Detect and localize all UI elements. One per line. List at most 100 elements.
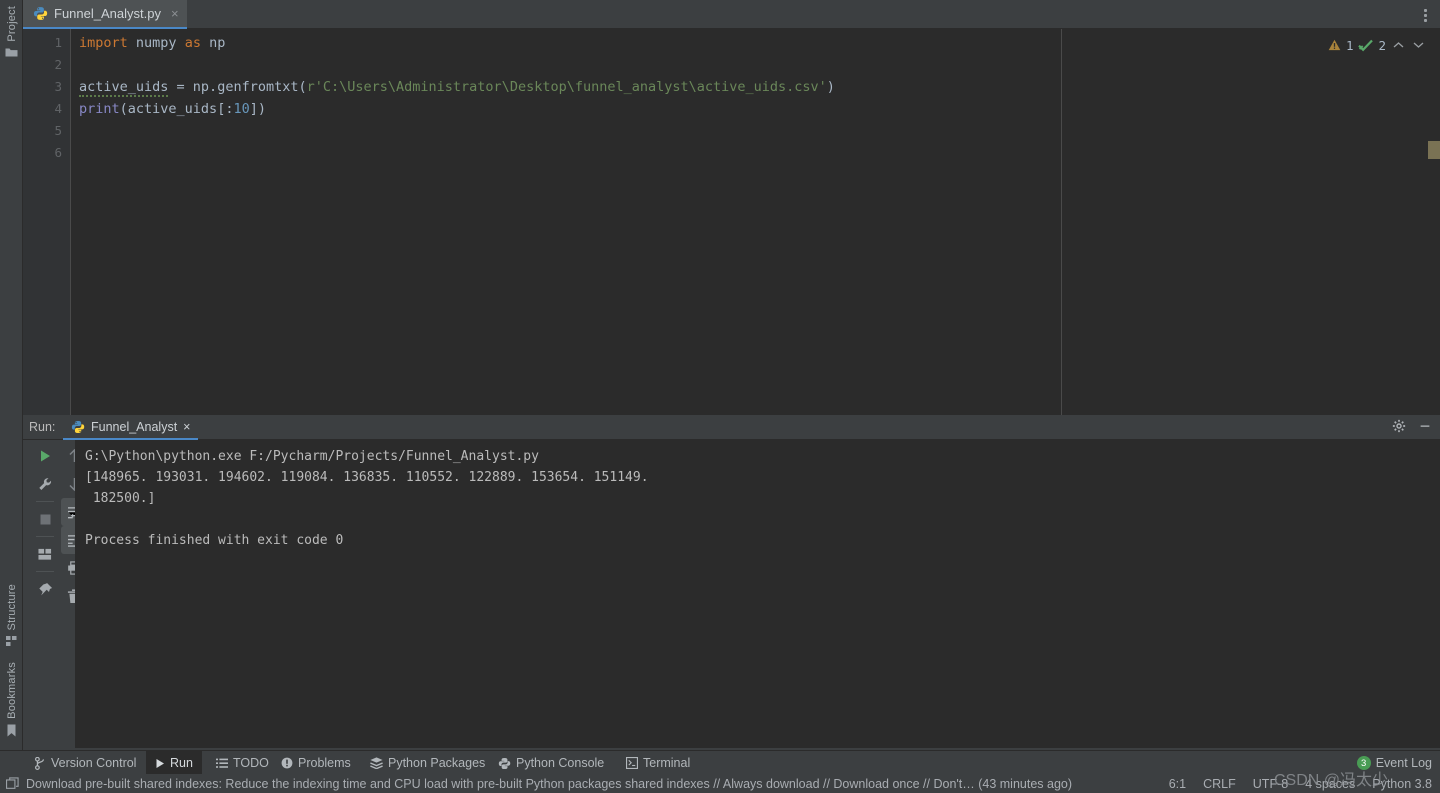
editor-tab-funnel-analyst[interactable]: Funnel_Analyst.py × bbox=[23, 0, 187, 29]
code-module-numpy: numpy bbox=[127, 35, 185, 51]
run-window-header: Run: Funnel_Analyst × bbox=[23, 415, 1440, 440]
bottom-item-label: Python Packages bbox=[388, 756, 486, 770]
code-call-print: print bbox=[79, 101, 120, 117]
stop-button[interactable] bbox=[32, 505, 58, 533]
status-notification-text[interactable]: Download pre-built shared indexes: Reduc… bbox=[26, 777, 1072, 791]
code-paren-open: ( bbox=[119, 101, 128, 117]
bottom-item-version-control[interactable]: Version Control bbox=[26, 751, 145, 775]
sidebar-item-project[interactable]: Project bbox=[0, 4, 23, 61]
event-log-badge: 3 bbox=[1356, 756, 1371, 770]
list-icon bbox=[216, 758, 228, 769]
bottom-item-label: Problems bbox=[298, 756, 351, 770]
sidebar-item-label: Bookmarks bbox=[5, 662, 18, 719]
run-window-label: Run: bbox=[29, 420, 56, 434]
console-line: G:\Python\python.exe F:/Pycharm/Projects… bbox=[85, 449, 539, 464]
rerun-button[interactable] bbox=[32, 442, 58, 470]
python-console-icon bbox=[498, 757, 511, 770]
sidebar-item-label: Structure bbox=[5, 584, 18, 631]
code-paren-close: ) bbox=[826, 79, 835, 95]
code-paren-close: ) bbox=[257, 101, 267, 117]
line-number: 6 bbox=[54, 145, 62, 160]
code-line-1: import numpy as np bbox=[79, 32, 225, 54]
editor-tab-bar: Funnel_Analyst.py × bbox=[23, 0, 1440, 29]
sidebar-item-label: Project bbox=[5, 6, 18, 42]
bottom-item-python-console[interactable]: Python Console bbox=[489, 751, 613, 775]
code-text-area[interactable]: import numpy as np active_uids = np.genf… bbox=[71, 29, 1440, 415]
file-encoding[interactable]: UTF-8 bbox=[1253, 777, 1288, 791]
code-var-active-uids: active_uids bbox=[79, 79, 169, 97]
caret-position[interactable]: 6:1 bbox=[1169, 777, 1186, 791]
left-tool-strip: Project Structure Bookmarks bbox=[0, 0, 23, 773]
close-icon[interactable]: × bbox=[183, 420, 190, 434]
console-line: [148965. 193031. 194602. 119084. 136835.… bbox=[85, 470, 649, 485]
pycharm-window: Project Structure Bookmarks Funnel_Analy… bbox=[0, 0, 1440, 793]
run-toolbar bbox=[23, 440, 87, 748]
settings-gear-icon[interactable] bbox=[1392, 419, 1406, 433]
bottom-item-python-packages[interactable]: Python Packages bbox=[361, 751, 494, 775]
bottom-item-todo[interactable]: TODO bbox=[207, 751, 278, 775]
bottom-item-run[interactable]: Run bbox=[146, 751, 202, 775]
event-log-button[interactable]: 3 Event Log bbox=[1356, 751, 1432, 775]
bottom-item-label: Version Control bbox=[51, 756, 137, 770]
code-call-genfromtxt: genfromtxt bbox=[217, 79, 299, 95]
scrollbar-marker[interactable] bbox=[1428, 141, 1440, 159]
close-icon[interactable]: × bbox=[171, 7, 179, 20]
chevron-up-icon[interactable] bbox=[1391, 41, 1406, 49]
code-line-4: print(active_uids[:10]) bbox=[79, 98, 266, 120]
code-string-path: 'C:\Users\Administrator\Desktop\funnel_a… bbox=[314, 79, 827, 95]
run-console-output[interactable]: G:\Python\python.exe F:/Pycharm/Projects… bbox=[75, 440, 1440, 748]
code-editor[interactable]: 1 2 3 4 5 6 import numpy as np active_ui… bbox=[23, 29, 1440, 415]
window-icon bbox=[6, 777, 19, 790]
warning-triangle-icon[interactable] bbox=[1328, 39, 1341, 51]
code-alias-np: np bbox=[200, 35, 226, 51]
editor-tab-label: Funnel_Analyst.py bbox=[54, 6, 161, 21]
line-number: 3 bbox=[54, 79, 62, 94]
code-keyword-as: as bbox=[184, 35, 201, 51]
code-operator-assign: = bbox=[168, 79, 193, 95]
structure-icon bbox=[5, 635, 18, 647]
warning-count: 1 bbox=[1345, 37, 1354, 53]
bottom-item-problems[interactable]: Problems bbox=[272, 751, 360, 775]
more-vertical-icon[interactable] bbox=[1416, 6, 1434, 24]
editor-marker-scrollbar[interactable] bbox=[1428, 29, 1440, 415]
bottom-item-label: Run bbox=[170, 756, 193, 770]
editor-gutter[interactable]: 1 2 3 4 5 6 bbox=[23, 29, 71, 415]
editor-split-line bbox=[1061, 29, 1062, 415]
bottom-item-label: Terminal bbox=[643, 756, 691, 770]
pin-tab-button[interactable] bbox=[32, 575, 58, 603]
bottom-item-label: TODO bbox=[233, 756, 269, 770]
folder-icon bbox=[5, 47, 18, 58]
status-bar: Download pre-built shared indexes: Reduc… bbox=[0, 774, 1440, 793]
inspection-widget[interactable]: 1 2 bbox=[1328, 35, 1426, 55]
bottom-item-terminal[interactable]: Terminal bbox=[617, 751, 699, 775]
layout-settings-button[interactable] bbox=[32, 540, 58, 568]
chevron-down-icon[interactable] bbox=[1411, 41, 1426, 49]
code-line-3: active_uids = np.genfromtxt(r'C:\Users\A… bbox=[79, 76, 835, 98]
packages-icon bbox=[370, 757, 383, 769]
code-number-10: 10 bbox=[233, 101, 250, 117]
inspection-ok-icon[interactable] bbox=[1358, 39, 1374, 52]
code-raw-prefix: r bbox=[306, 79, 315, 95]
console-line: 182500.] bbox=[85, 491, 156, 506]
python-file-icon bbox=[33, 6, 48, 21]
python-config-icon bbox=[71, 420, 85, 434]
terminal-icon bbox=[626, 757, 638, 769]
line-number: 4 bbox=[54, 101, 62, 116]
sidebar-item-bookmarks[interactable]: Bookmarks bbox=[0, 660, 23, 740]
event-log-label: Event Log bbox=[1375, 756, 1432, 770]
line-separator[interactable]: CRLF bbox=[1203, 777, 1236, 791]
indent-setting[interactable]: 4 spaces bbox=[1305, 777, 1355, 791]
python-interpreter[interactable]: Python 3.8 bbox=[1372, 777, 1432, 791]
line-number: 5 bbox=[54, 123, 62, 138]
run-configuration-tab[interactable]: Funnel_Analyst × bbox=[63, 415, 199, 440]
console-line: Process finished with exit code 0 bbox=[85, 533, 344, 548]
code-var-active-uids: active_uids bbox=[127, 101, 218, 117]
sidebar-item-structure[interactable]: Structure bbox=[0, 582, 23, 650]
problems-icon bbox=[281, 757, 293, 769]
minimize-icon[interactable] bbox=[1418, 419, 1432, 433]
run-tool-window: Run: Funnel_Analyst × G:\Python\python.e… bbox=[23, 415, 1440, 748]
code-keyword-import: import bbox=[79, 35, 128, 51]
edit-configurations-button[interactable] bbox=[32, 470, 58, 498]
code-paren-open: ( bbox=[298, 79, 307, 95]
code-bracket-close: ] bbox=[249, 101, 258, 117]
